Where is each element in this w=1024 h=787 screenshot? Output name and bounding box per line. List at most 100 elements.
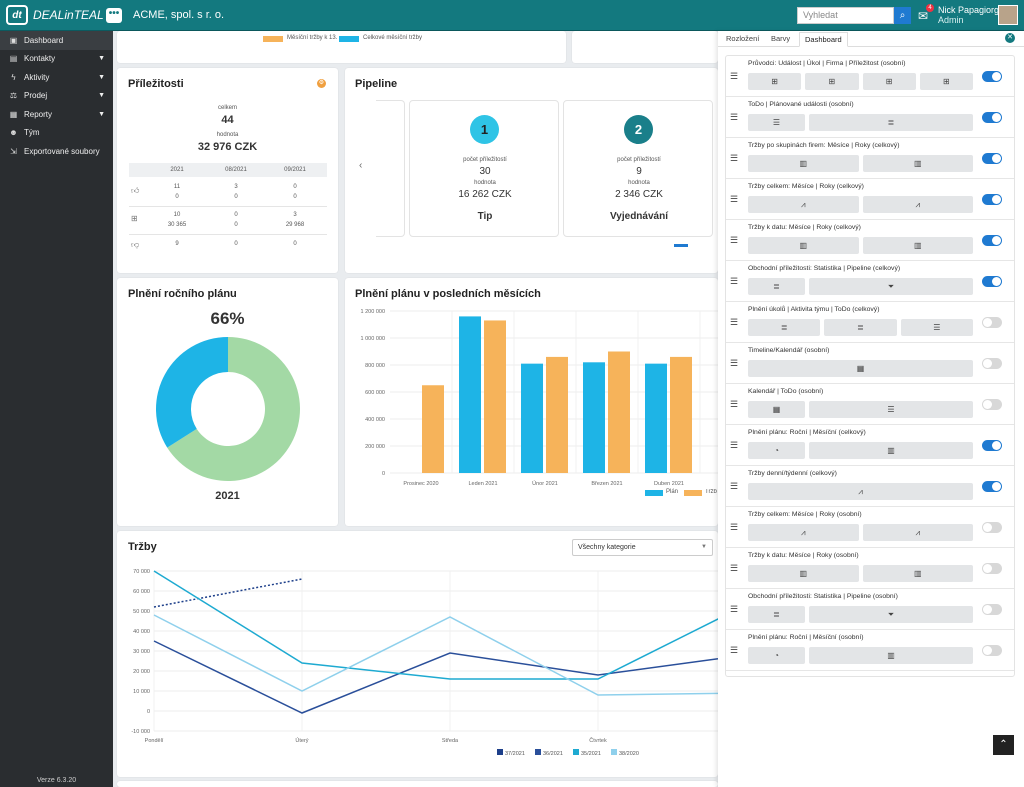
tab-barvy[interactable]: Barvy: [766, 32, 795, 47]
plus-icon[interactable]: ⊞: [805, 73, 859, 90]
plus-icon[interactable]: ⊞: [748, 73, 802, 90]
list-icon[interactable]: ≣: [748, 606, 805, 623]
y-tick-label: 10 000: [133, 689, 150, 695]
toggle-knob: [992, 113, 1001, 122]
widget-toggle[interactable]: [982, 358, 1002, 369]
bar-icon[interactable]: ▥: [809, 442, 973, 459]
list-icon[interactable]: ≣: [748, 278, 805, 295]
widget-toggle[interactable]: [982, 276, 1002, 287]
widget-toggle[interactable]: [982, 317, 1002, 328]
pipeline-stage[interactable]: 1 počet příležitostí 30 hodnota 16 262 C…: [409, 100, 559, 237]
bar-icon[interactable]: ▥: [748, 155, 859, 172]
checklist-icon[interactable]: ☰: [900, 319, 973, 336]
list-icon[interactable]: ≣: [824, 319, 897, 336]
company-name[interactable]: ACME, spol. s r. o.: [133, 9, 224, 21]
filter-icon[interactable]: ⏷: [809, 278, 973, 295]
sidebar-item-kontakty[interactable]: ▤ Kontakty ▼: [0, 50, 113, 69]
close-icon[interactable]: ✕: [1005, 33, 1015, 43]
widget-toggle[interactable]: [982, 604, 1002, 615]
widget-label: Plnění úkolů | Aktivita týmu | ToDo (cel…: [748, 306, 880, 313]
widget-toggle[interactable]: [982, 153, 1002, 164]
carousel-indicator[interactable]: [674, 244, 688, 247]
bar-icon[interactable]: ▥: [748, 237, 859, 254]
bar-icon[interactable]: ▥: [862, 155, 973, 172]
line-icon[interactable]: ⩘: [862, 196, 973, 213]
drag-handle-icon[interactable]: ☰: [730, 399, 738, 410]
x-tick-label: Únor 2021: [532, 480, 558, 487]
plus-icon[interactable]: ⊞: [919, 73, 973, 90]
list-icon[interactable]: ≣: [809, 114, 973, 131]
widget-toggle[interactable]: [982, 645, 1002, 656]
search-icon[interactable]: ⌕: [894, 7, 911, 24]
sidebar-item-aktivity[interactable]: ϟ Aktivity ▼: [0, 68, 113, 87]
widget-toggle[interactable]: [982, 440, 1002, 451]
pie-icon[interactable]: ◔: [748, 442, 805, 459]
widget-toggle[interactable]: [982, 399, 1002, 410]
drag-handle-icon[interactable]: ☰: [730, 235, 738, 246]
checklist-icon[interactable]: ☰: [748, 114, 805, 131]
y-tick-label: 1 000 000: [361, 336, 385, 342]
checklist-icon[interactable]: ☰: [809, 401, 973, 418]
filter-icon[interactable]: ⏷: [809, 606, 973, 623]
line-icon[interactable]: ⩘: [748, 524, 859, 541]
info-icon[interactable]: ⚙: [317, 79, 326, 88]
sidebar-item-reporty[interactable]: ▦ Reporty ▼: [0, 105, 113, 124]
drag-handle-icon[interactable]: ☰: [730, 522, 738, 533]
widget-toggle[interactable]: [982, 71, 1002, 82]
y-tick-label: 20 000: [133, 669, 150, 675]
stage-count: 9: [636, 166, 642, 177]
bar-icon[interactable]: ▥: [862, 565, 973, 582]
calendar-icon[interactable]: ▦: [748, 360, 973, 377]
chevron-down-icon: ▼: [98, 110, 105, 118]
drag-handle-icon[interactable]: ☰: [730, 71, 738, 82]
pipeline-stage[interactable]: 2 počet příležitostí 9 hodnota 2 346 CZK…: [563, 100, 713, 237]
user-menu[interactable]: Nick Papagiorgio Admin: [938, 5, 1006, 25]
scroll-top-button[interactable]: ⌃: [993, 735, 1014, 755]
drag-handle-icon[interactable]: ☰: [730, 276, 738, 287]
sidebar-item-prodej[interactable]: ⚖ Prodej ▼: [0, 87, 113, 106]
calendar-icon[interactable]: ▦: [748, 401, 805, 418]
list-icon[interactable]: ≣: [748, 319, 821, 336]
widget-buttons: ▥ ▥: [748, 237, 973, 254]
chevron-left-icon[interactable]: ‹: [359, 160, 362, 171]
plus-icon[interactable]: ⊞: [862, 73, 916, 90]
line-icon[interactable]: ⩘: [748, 483, 973, 500]
bottom-card: [117, 781, 718, 787]
drag-handle-icon[interactable]: ☰: [730, 645, 738, 656]
pie-icon[interactable]: ◔: [748, 647, 805, 664]
drag-handle-icon[interactable]: ☰: [730, 604, 738, 615]
tab-rozlozeni[interactable]: Rozložení: [721, 32, 764, 47]
drag-handle-icon[interactable]: ☰: [730, 112, 738, 123]
apps-menu-button[interactable]: •••: [106, 8, 122, 23]
bar-icon[interactable]: ▥: [809, 647, 973, 664]
tab-dashboard[interactable]: Dashboard: [799, 32, 848, 47]
drag-handle-icon[interactable]: ☰: [730, 440, 738, 451]
drag-handle-icon[interactable]: ☰: [730, 358, 738, 369]
widget-toggle[interactable]: [982, 563, 1002, 574]
sidebar-item-export[interactable]: ⇲ Exportované soubory: [0, 142, 113, 161]
widget-toggle[interactable]: [982, 194, 1002, 205]
sidebar-item-tym[interactable]: ☻ Tým: [0, 124, 113, 143]
drag-handle-icon[interactable]: ☰: [730, 317, 738, 328]
drag-handle-icon[interactable]: ☰: [730, 153, 738, 164]
line-icon[interactable]: ⩘: [862, 524, 973, 541]
logo[interactable]: dt DEALinTEAL: [6, 5, 104, 25]
search-input[interactable]: Vyhledat: [797, 7, 894, 24]
bar-icon[interactable]: ▥: [748, 565, 859, 582]
drag-handle-icon[interactable]: ☰: [730, 481, 738, 492]
line-icon[interactable]: ⩘: [748, 196, 859, 213]
widget-toggle[interactable]: [982, 112, 1002, 123]
widget-label: Tržby k datu: Měsíce | Roky (celkový): [748, 224, 861, 231]
drag-handle-icon[interactable]: ☰: [730, 563, 738, 574]
widget-toggle[interactable]: [982, 522, 1002, 533]
toggle-knob: [983, 359, 992, 368]
widget-row: ☰ Plnění plánu: Roční | Měsíční (osobní) ◔…: [726, 630, 1014, 671]
sidebar-item-dashboard[interactable]: ▣ Dashboard: [0, 31, 113, 50]
widget-toggle[interactable]: [982, 235, 1002, 246]
widget-toggle[interactable]: [982, 481, 1002, 492]
avatar[interactable]: [998, 5, 1018, 25]
drag-handle-icon[interactable]: ☰: [730, 194, 738, 205]
bar: [459, 316, 481, 473]
bar-icon[interactable]: ▥: [862, 237, 973, 254]
value-label: hodnota: [216, 132, 239, 138]
